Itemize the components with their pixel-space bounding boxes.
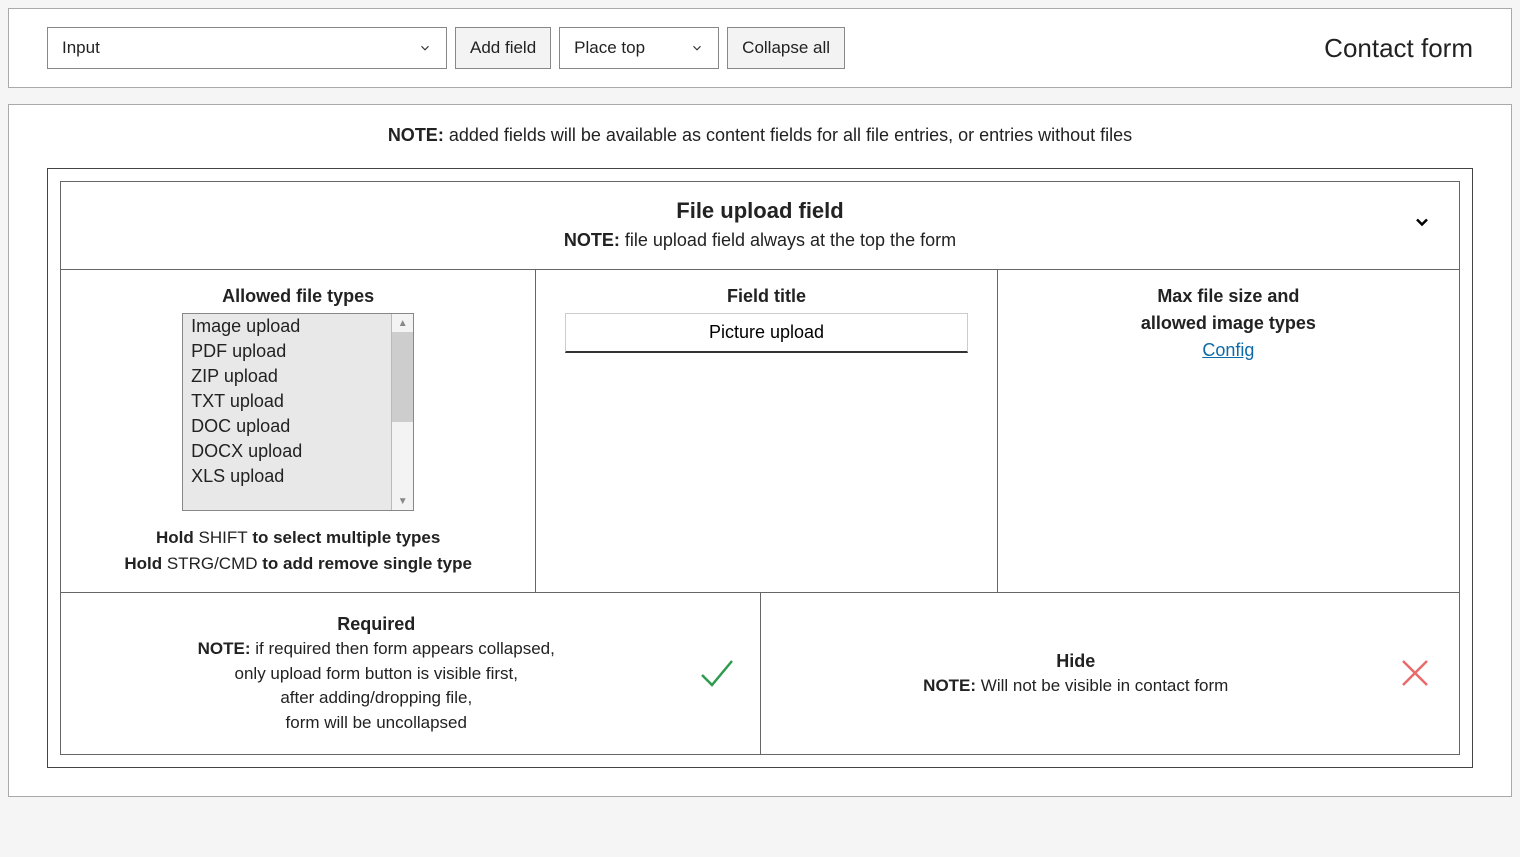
- listbox-items: Image upload PDF upload ZIP upload TXT u…: [183, 314, 391, 510]
- config-label-1: Max file size and: [1018, 286, 1439, 307]
- field-type-value: Input: [62, 38, 100, 58]
- multiselect-hint: Hold SHIFT to select multiple types Hold…: [81, 525, 515, 576]
- place-value: Place top: [574, 38, 645, 58]
- hide-section: Hide NOTE: Will not be visible in contac…: [761, 593, 1460, 754]
- file-upload-card: File upload field NOTE: file upload fiel…: [60, 181, 1460, 755]
- card-header: File upload field NOTE: file upload fiel…: [61, 182, 1459, 270]
- allowed-types-column: Allowed file types Image upload PDF uplo…: [61, 270, 536, 592]
- field-title-input[interactable]: [565, 313, 969, 353]
- field-editor: File upload field NOTE: file upload fiel…: [47, 168, 1473, 768]
- main-panel: NOTE: added fields will be available as …: [8, 104, 1512, 797]
- list-item[interactable]: DOC upload: [183, 414, 391, 439]
- main-note: NOTE: added fields will be available as …: [47, 125, 1473, 146]
- list-item[interactable]: TXT upload: [183, 389, 391, 414]
- field-title-label: Field title: [556, 286, 976, 307]
- chevron-down-icon: [690, 41, 704, 55]
- list-item[interactable]: ZIP upload: [183, 364, 391, 389]
- card-title: File upload field: [121, 198, 1399, 224]
- toolbar-panel: Input Add field Place top Collapse all C…: [8, 8, 1512, 88]
- list-item[interactable]: Image upload: [183, 314, 391, 339]
- list-item[interactable]: XLS upload: [183, 464, 391, 489]
- chevron-down-icon: [418, 41, 432, 55]
- required-note: NOTE: if required then form appears coll…: [81, 637, 672, 662]
- place-select[interactable]: Place top: [559, 27, 719, 69]
- allowed-types-listbox[interactable]: Image upload PDF upload ZIP upload TXT u…: [182, 313, 414, 511]
- list-item[interactable]: DOCX upload: [183, 439, 391, 464]
- card-subnote: NOTE: file upload field always at the to…: [121, 230, 1399, 251]
- field-title-column: Field title: [536, 270, 997, 592]
- hide-note: NOTE: Will not be visible in contact for…: [781, 674, 1372, 699]
- config-link[interactable]: Config: [1202, 340, 1254, 360]
- scroll-down-icon[interactable]: ▼: [392, 492, 413, 510]
- scrollbar[interactable]: ▲ ▼: [391, 314, 413, 510]
- add-field-button[interactable]: Add field: [455, 27, 551, 69]
- check-icon: [692, 649, 740, 697]
- scroll-up-icon[interactable]: ▲: [392, 314, 413, 332]
- page-title: Contact form: [1324, 33, 1473, 64]
- collapse-card-button[interactable]: [1407, 212, 1437, 232]
- required-toggle[interactable]: [692, 649, 740, 697]
- required-section: Required NOTE: if required then form app…: [61, 593, 761, 754]
- hide-title: Hide: [781, 648, 1372, 674]
- field-type-select[interactable]: Input: [47, 27, 447, 69]
- list-item[interactable]: PDF upload: [183, 339, 391, 364]
- required-title: Required: [81, 611, 672, 637]
- scroll-thumb[interactable]: [392, 332, 413, 422]
- collapse-all-button[interactable]: Collapse all: [727, 27, 845, 69]
- config-column: Max file size and allowed image types Co…: [998, 270, 1459, 592]
- hide-toggle[interactable]: [1391, 649, 1439, 697]
- close-icon: [1391, 649, 1439, 697]
- allowed-types-label: Allowed file types: [81, 286, 515, 307]
- config-label-2: allowed image types: [1018, 313, 1439, 334]
